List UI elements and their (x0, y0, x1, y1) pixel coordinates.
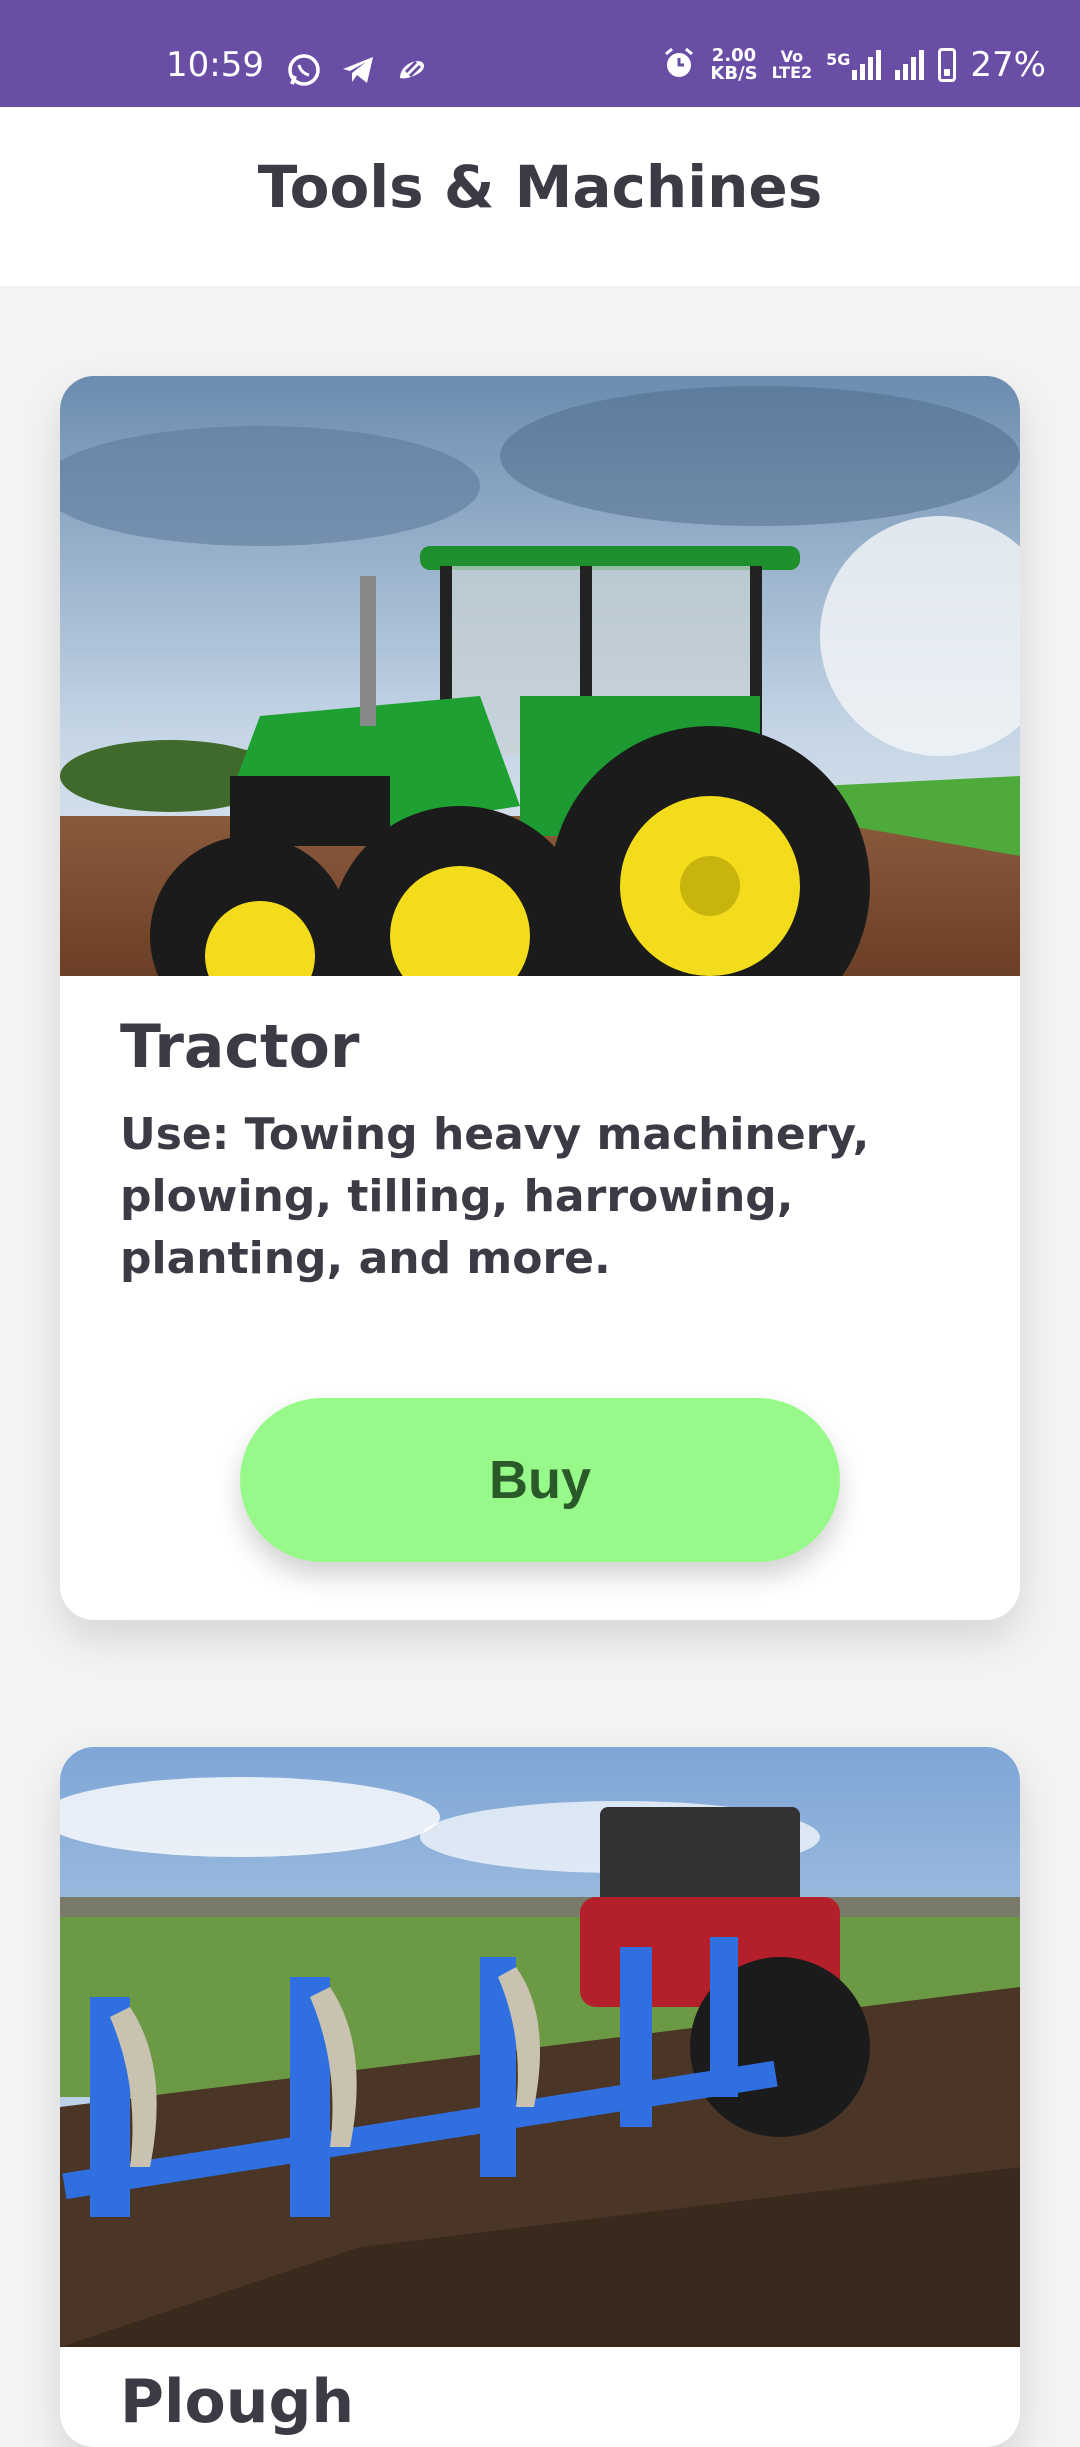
telegram-icon (340, 52, 376, 86)
product-description: Use: Towing heavy machinery, plowing, ti… (120, 1109, 870, 1284)
battery-level: 27% (970, 45, 1046, 85)
signal-icon (895, 50, 925, 80)
volte-indicator: Vo LTE2 (772, 49, 813, 81)
network-type: 5G (826, 50, 851, 69)
alarm-icon (662, 46, 696, 84)
plough-image (60, 1747, 1020, 2347)
app-icon (394, 52, 430, 86)
signal-5g: 5G (826, 50, 882, 80)
app-bar: Tools & Machines (0, 107, 1080, 286)
product-title: Tractor (120, 1012, 360, 1082)
signal-icon (852, 50, 882, 80)
speed-unit: KB/S (710, 63, 758, 84)
product-card-plough: Plough (60, 1747, 1020, 2447)
status-time: 10:59 (166, 45, 264, 85)
buy-button[interactable]: Buy (240, 1398, 840, 1562)
battery-icon (938, 48, 957, 82)
product-title: Plough (120, 2367, 355, 2437)
product-card-tractor: Tractor Use: Towing heavy machinery, plo… (60, 376, 1020, 1620)
page-title: Tools & Machines (257, 153, 823, 221)
tractor-image (60, 376, 1020, 976)
volte-sub: LTE2 (771, 63, 813, 82)
network-speed: 2.00 KB/S (710, 47, 757, 83)
notification-icons (286, 52, 430, 86)
status-right: 2.00 KB/S Vo LTE2 5G 27% (662, 46, 1046, 84)
whatsapp-icon (286, 52, 322, 86)
status-bar: 10:59 2.00 KB/S Vo LTE2 5G 27% (0, 0, 1080, 107)
